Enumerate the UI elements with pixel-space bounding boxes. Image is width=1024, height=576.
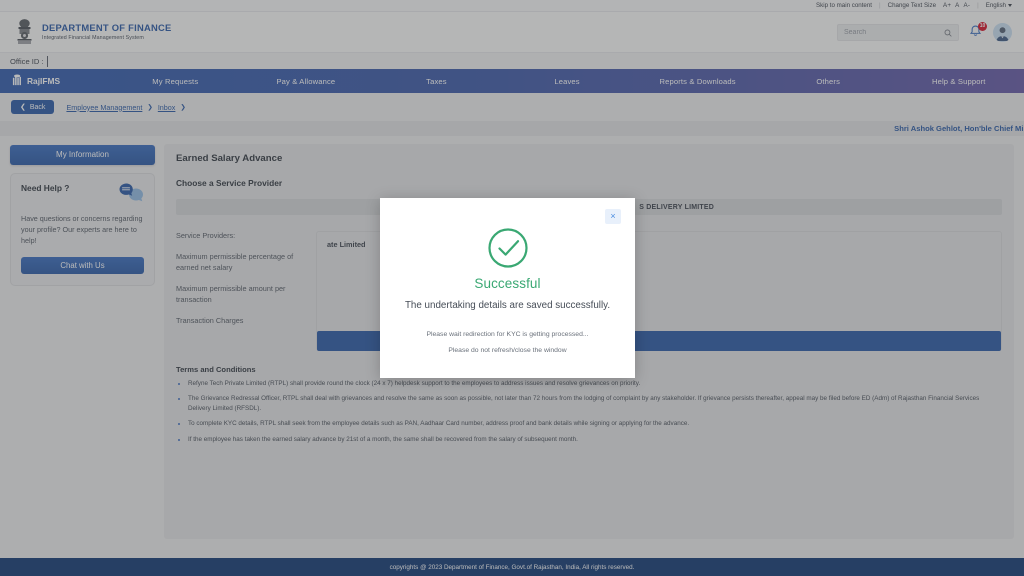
need-help-title: Need Help ?	[21, 182, 70, 193]
org-title: DEPARTMENT OF FINANCE	[42, 21, 172, 33]
breadcrumb-separator: ❯	[180, 104, 186, 111]
label-service-providers: Service Providers:	[176, 231, 236, 240]
nav-item-my-requests[interactable]: My Requests	[110, 77, 241, 86]
breadcrumb-item-inbox[interactable]: Inbox	[158, 103, 176, 112]
brand-text: DEPARTMENT OF FINANCE Integrated Financi…	[42, 21, 172, 42]
need-help-header: Need Help ?	[21, 183, 144, 204]
language-label: English	[985, 2, 1006, 9]
label-transaction-charges: Transaction Charges	[176, 315, 244, 325]
text-size-decrease-button[interactable]: A-	[964, 2, 971, 9]
label-max-percentage: Maximum permissible percentage of earned…	[176, 251, 294, 272]
service-provider-name: S DELIVERY LIMITED	[639, 203, 714, 211]
back-button[interactable]: ❮ Back	[11, 100, 55, 114]
language-selector[interactable]: English	[986, 2, 1012, 9]
chevron-down-icon	[1008, 4, 1012, 7]
footer: copyrights @ 2023 Department of Finance,…	[0, 558, 1024, 576]
brand-block[interactable]: DEPARTMENT OF FINANCE Integrated Financi…	[14, 18, 172, 46]
org-subtitle: Integrated Financial Management System	[42, 35, 144, 42]
breadcrumb-row: ❮ Back Employee Management ❯ Inbox ❯	[0, 93, 1024, 121]
close-icon[interactable]: ×	[605, 209, 621, 224]
nav-items: My Requests Pay & Allowance Taxes Leaves…	[110, 77, 1024, 86]
breadcrumb-separator: ❯	[147, 104, 153, 111]
announcement-marquee: Shri Ashok Gehlot, Hon'ble Chief Minist	[0, 121, 1024, 136]
national-emblem-icon	[17, 19, 32, 44]
chat-with-us-button[interactable]: Chat with Us	[21, 256, 144, 274]
chevron-left-icon: ❮	[20, 104, 26, 111]
divider: |	[879, 2, 881, 9]
section-title: Choose a Service Provider	[176, 178, 283, 188]
need-help-body: Have questions or concerns regarding you…	[21, 213, 143, 245]
page-title: Earned Salary Advance	[176, 153, 283, 164]
office-id-label: Office ID :	[10, 56, 44, 66]
avatar[interactable]	[993, 22, 1012, 42]
skip-to-main-content-link[interactable]: Skip to main content	[816, 2, 872, 9]
label-max-amount: Maximum permissible amount per transacti…	[176, 283, 286, 304]
divider: |	[977, 2, 979, 9]
office-id-input[interactable]	[46, 55, 207, 67]
text-size-controls: A+ A A-	[943, 2, 970, 9]
change-text-size-label: Change Text Size	[887, 2, 937, 9]
back-button-label: Back	[29, 103, 46, 111]
chat-bubble-icon	[119, 183, 143, 201]
terms-list: Refyne Tech Private Limited (RTPL) shall…	[176, 379, 1002, 444]
header-right-tools: 10	[837, 22, 1012, 42]
application-window: Skip to main content | Change Text Size …	[0, 0, 1024, 576]
notification-badge: 10	[978, 22, 987, 31]
nav-item-help-support[interactable]: Help & Support	[893, 77, 1024, 86]
terms-item: Refyne Tech Private Limited (RTPL) shall…	[188, 379, 1002, 388]
nav-item-taxes[interactable]: Taxes	[371, 77, 502, 86]
terms-item: To complete KYC details, RTPL shall seek…	[188, 419, 1002, 428]
main-navigation: RajIFMS My Requests Pay & Allowance Taxe…	[0, 69, 1024, 93]
success-check-icon	[487, 228, 528, 268]
marquee-text: Shri Ashok Gehlot, Hon'ble Chief Minist	[894, 124, 1024, 133]
nav-item-others[interactable]: Others	[763, 77, 894, 86]
search-icon[interactable]	[944, 29, 952, 37]
nav-item-reports-downloads[interactable]: Reports & Downloads	[632, 77, 763, 86]
terms-item: If the employee has taken the earned sal…	[188, 435, 1002, 444]
footer-copyright: copyrights @ 2023 Department of Finance,…	[389, 563, 635, 571]
breadcrumb-item-employee-management[interactable]: Employee Management	[66, 103, 142, 112]
sidebar: My Information Need Help ? Have question…	[10, 144, 155, 539]
modal-note-do-not-refresh: Please do not refresh/close the window	[448, 347, 567, 354]
nav-item-leaves[interactable]: Leaves	[502, 77, 633, 86]
success-modal: × Successful The undertaking details are…	[380, 198, 635, 378]
terms-item: The Grievance Redressal Officer, RTPL sh…	[188, 394, 1002, 413]
modal-title: Successful	[474, 276, 541, 291]
modal-message: The undertaking details are saved succes…	[404, 300, 611, 311]
text-size-increase-button[interactable]: A+	[943, 2, 951, 9]
breadcrumb: Employee Management ❯ Inbox ❯	[66, 103, 185, 112]
search-input[interactable]	[844, 28, 952, 36]
notifications-button[interactable]: 10	[968, 22, 987, 40]
need-help-card: Need Help ? Have questions or concerns r…	[10, 172, 155, 286]
text-size-normal-button[interactable]: A	[955, 2, 959, 9]
utility-bar: Skip to main content | Change Text Size …	[0, 0, 1024, 12]
my-information-button[interactable]: My Information	[10, 144, 155, 165]
office-id-row: Office ID :	[0, 52, 1024, 69]
nav-brand-rajifms[interactable]: RajIFMS	[0, 74, 110, 88]
modal-note-redirection: Please wait redirection for KYC is getti…	[426, 331, 589, 338]
rajifms-logo-icon	[12, 74, 21, 86]
nav-brand-label: RajIFMS	[27, 76, 61, 86]
user-avatar-icon	[993, 22, 1012, 42]
site-header: DEPARTMENT OF FINANCE Integrated Financi…	[0, 12, 1024, 52]
provider-label-column: Service Providers: Maximum permissible p…	[176, 231, 306, 351]
search-box[interactable]	[837, 23, 959, 41]
nav-item-pay-allowance[interactable]: Pay & Allowance	[241, 77, 372, 86]
